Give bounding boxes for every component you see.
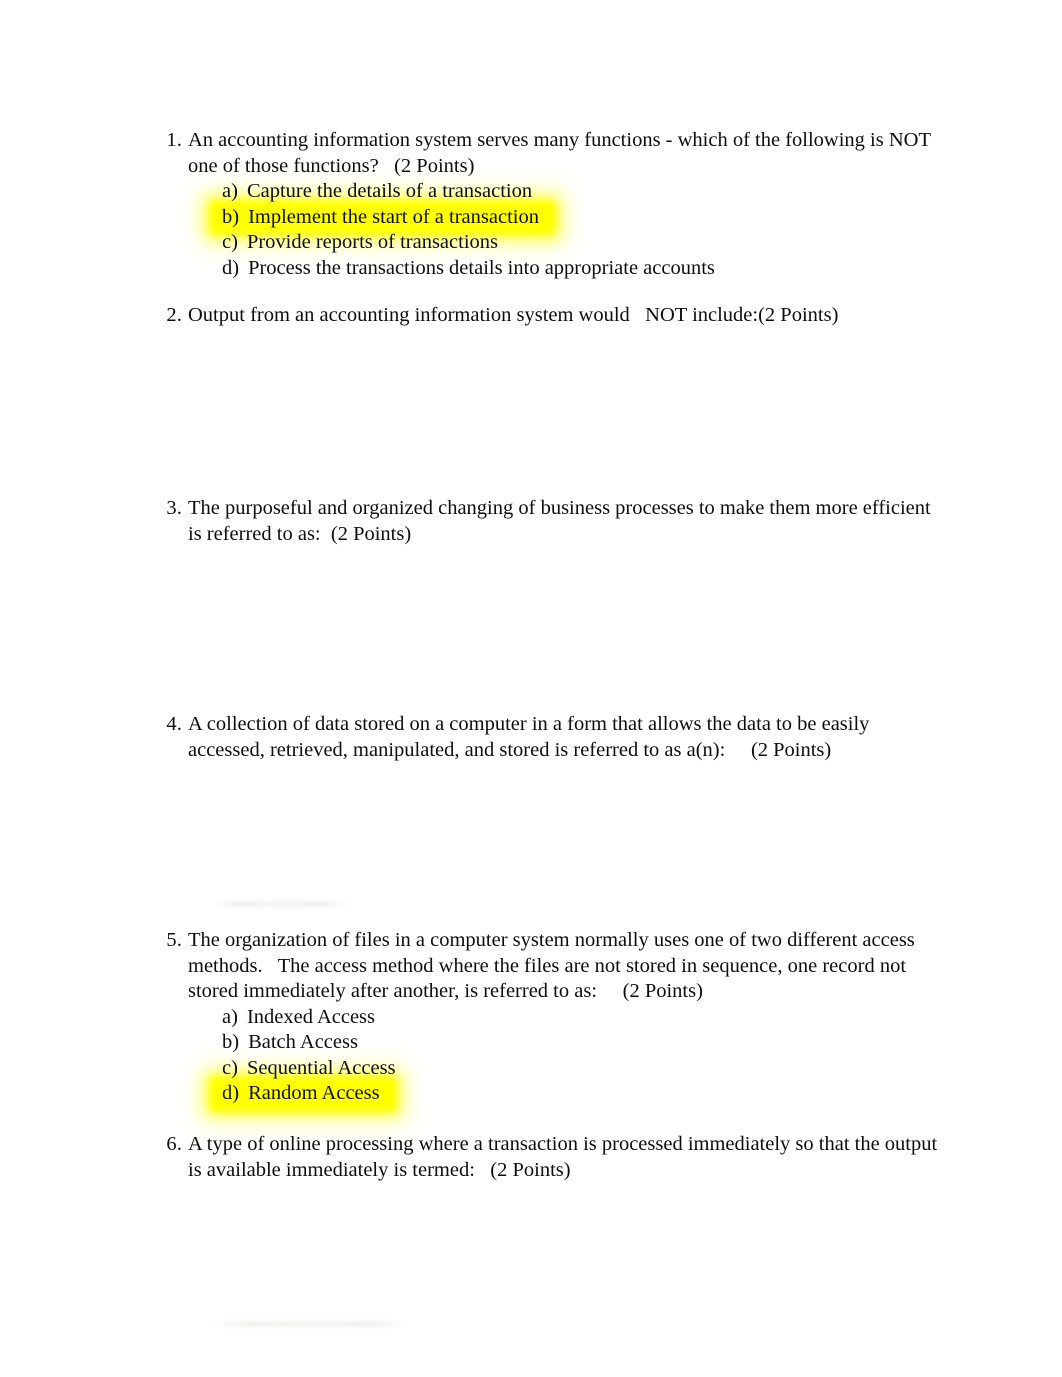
question-stem: 1. An accounting information system serve…: [148, 128, 948, 179]
question-number: 3.: [166, 497, 182, 519]
answer-option-label: c): [222, 1056, 238, 1079]
question-stem: 6. A type of online processing where a tr…: [148, 1132, 948, 1183]
answer-option-label: a): [222, 180, 238, 202]
question-text: A type of online processing where a tran…: [188, 1133, 943, 1181]
question-4: 4. A collection of data stored on a compu…: [148, 712, 948, 763]
answer-option-label: d): [222, 256, 240, 279]
question-text: Output from an accounting information sy…: [188, 304, 839, 326]
answer-option[interactable]: c) Sequential Access: [222, 1056, 396, 1082]
question-number: 1.: [166, 129, 182, 151]
document-page: 1. An accounting information system serve…: [0, 0, 1062, 1377]
answer-options: a) Indexed Access b) Batch Access c) Sequenti…: [215, 1005, 948, 1107]
question-stem: 2. Output from an accounting information …: [148, 303, 948, 329]
answer-option-highlighted[interactable]: d) Random Access: [215, 1081, 391, 1107]
answer-option-text: Provide reports of transactions: [246, 231, 499, 254]
question-stem: 5. The organization of files in a compute…: [148, 928, 948, 1005]
question-3: 3. The purposeful and organized changing …: [148, 496, 948, 547]
answer-option-label: b): [222, 205, 240, 228]
question-number: 5.: [166, 929, 182, 951]
answer-option-text: Indexed Access: [246, 1005, 376, 1028]
question-number: 2.: [166, 304, 182, 326]
answer-option-text: Implement the start of a transaction: [248, 205, 539, 228]
question-text: A collection of data stored on a compute…: [188, 713, 875, 761]
answer-option-text: Random Access: [248, 1082, 380, 1105]
answer-option-text: Process the transactions details into ap…: [248, 256, 715, 279]
question-6: 6. A type of online processing where a tr…: [148, 1132, 948, 1183]
question-text: An accounting information system serves …: [188, 129, 936, 177]
answer-option[interactable]: b) Batch Access: [222, 1030, 358, 1056]
answer-option[interactable]: d) Process the transactions details into …: [222, 256, 715, 282]
answer-option-text: Sequential Access: [246, 1056, 396, 1079]
question-2: 2. Output from an accounting information …: [148, 303, 948, 329]
answer-option[interactable]: a) Indexed Access: [222, 1005, 375, 1031]
question-number: 6.: [166, 1133, 182, 1155]
question-stem: 4. A collection of data stored on a compu…: [148, 712, 948, 763]
question-stem: 3. The purposeful and organized changing …: [148, 496, 948, 547]
answer-option-text: Batch Access: [248, 1031, 358, 1054]
scan-artifact-2: [212, 1321, 404, 1327]
question-text: The purposeful and organized changing of…: [188, 497, 936, 545]
answer-option-label: a): [222, 1005, 238, 1028]
question-1: 1. An accounting information system serve…: [148, 128, 948, 281]
answer-option[interactable]: c) Provide reports of transactions: [222, 230, 498, 256]
answer-option-label: c): [222, 231, 238, 254]
answer-option[interactable]: a) Capture the details of a transaction: [222, 179, 532, 205]
answer-option-highlighted[interactable]: b) Implement the start of a transaction: [215, 205, 550, 231]
question-5: 5. The organization of files in a compute…: [148, 928, 948, 1107]
answer-option-label: b): [222, 1031, 240, 1054]
question-number: 4.: [166, 713, 182, 735]
scan-artifact-1: [212, 901, 349, 907]
question-text: The organization of files in a computer …: [188, 929, 920, 1002]
answer-option-label: d): [222, 1082, 240, 1105]
answer-options: a) Capture the details of a transaction b)…: [215, 179, 948, 282]
answer-option-text: Capture the details of a transaction: [246, 180, 533, 202]
